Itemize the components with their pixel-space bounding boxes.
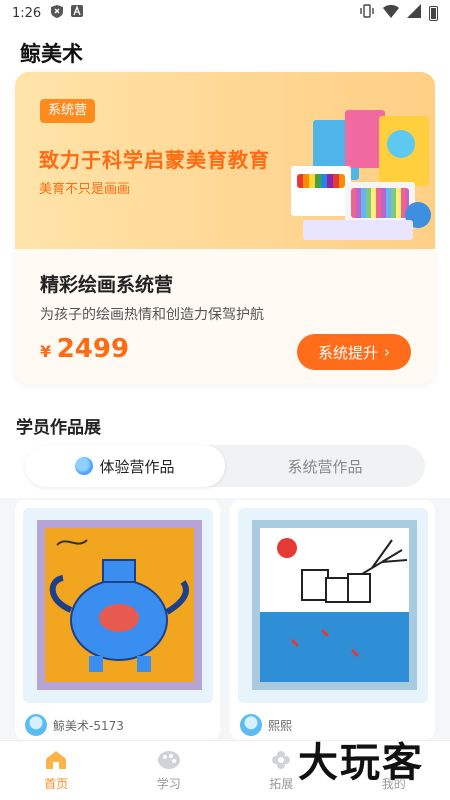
- flower-icon: [272, 751, 291, 769]
- course-price: ¥ 2499: [40, 334, 129, 364]
- app-title: 鲸美术: [20, 42, 83, 66]
- upgrade-button[interactable]: 系统提升 ›: [297, 334, 411, 370]
- signal-icon: [407, 4, 421, 22]
- chevron-right-icon: ›: [384, 343, 390, 361]
- status-time: 1:26: [12, 5, 42, 21]
- nav-item-study[interactable]: 学习: [113, 741, 226, 800]
- tab-trial-works-label: 体验营作品: [99, 457, 175, 476]
- status-bar: 1:26: [0, 0, 450, 26]
- status-icons: [359, 4, 438, 22]
- course-description: 为孩子的绘画热情和创造力保驾护航: [40, 307, 264, 323]
- banner-slogan: 致力于科学启蒙美育教育: [39, 148, 270, 172]
- watermark: 大玩客: [298, 740, 424, 786]
- shield-icon: [51, 4, 64, 22]
- author-name: 鲸美术-5173: [53, 718, 124, 733]
- work-author: 鲸美术-5173: [25, 714, 124, 736]
- price-currency: ¥: [40, 342, 52, 361]
- work-card[interactable]: 鲸美术-5173: [15, 500, 220, 740]
- palette-badge-icon: [75, 457, 94, 475]
- artwork-teapot-image: [37, 520, 202, 690]
- palette-icon: [157, 751, 180, 769]
- nav-label-expand: 拓展: [269, 777, 294, 791]
- artwork-frame: [23, 508, 213, 703]
- avatar: [240, 714, 262, 736]
- home-icon: [46, 751, 67, 769]
- tab-system-works-label: 系统营作品: [287, 457, 363, 476]
- banner-sub-slogan: 美育不只是画画: [39, 182, 131, 197]
- course-title: 精彩绘画系统营: [40, 274, 174, 296]
- work-author: 熙熙: [240, 714, 292, 736]
- upgrade-button-label: 系统提升: [317, 343, 378, 362]
- art-supplies-image: [283, 102, 433, 247]
- artwork-village-image: [252, 520, 417, 690]
- price-value: 2499: [56, 334, 130, 364]
- nav-label-study: 学习: [156, 777, 181, 791]
- avatar: [25, 714, 47, 736]
- tab-trial-works[interactable]: 体验营作品: [25, 445, 225, 487]
- nav-label-home: 首页: [44, 777, 69, 791]
- tab-system-works[interactable]: 系统营作品: [225, 445, 425, 487]
- battery-icon: [429, 5, 438, 21]
- work-card[interactable]: 熙熙: [230, 500, 435, 740]
- banner-tag: 系统营: [40, 99, 96, 123]
- works-section-title: 学员作品展: [16, 418, 101, 438]
- notification-a-icon: [71, 5, 84, 21]
- artwork-frame: [238, 508, 428, 703]
- author-name: 熙熙: [268, 718, 293, 733]
- banner[interactable]: 系统营 致力于科学启蒙美育教育 美育不只是画画: [15, 72, 435, 249]
- nav-item-home[interactable]: 首页: [0, 741, 113, 800]
- wifi-icon: [383, 4, 399, 22]
- works-tabs: 体验营作品 系统营作品: [25, 445, 425, 487]
- vibrate-icon: [359, 4, 375, 22]
- course-card[interactable]: 系统营 致力于科学启蒙美育教育 美育不只是画画 精彩绘画系统营 为孩子的绘画热情…: [15, 72, 435, 384]
